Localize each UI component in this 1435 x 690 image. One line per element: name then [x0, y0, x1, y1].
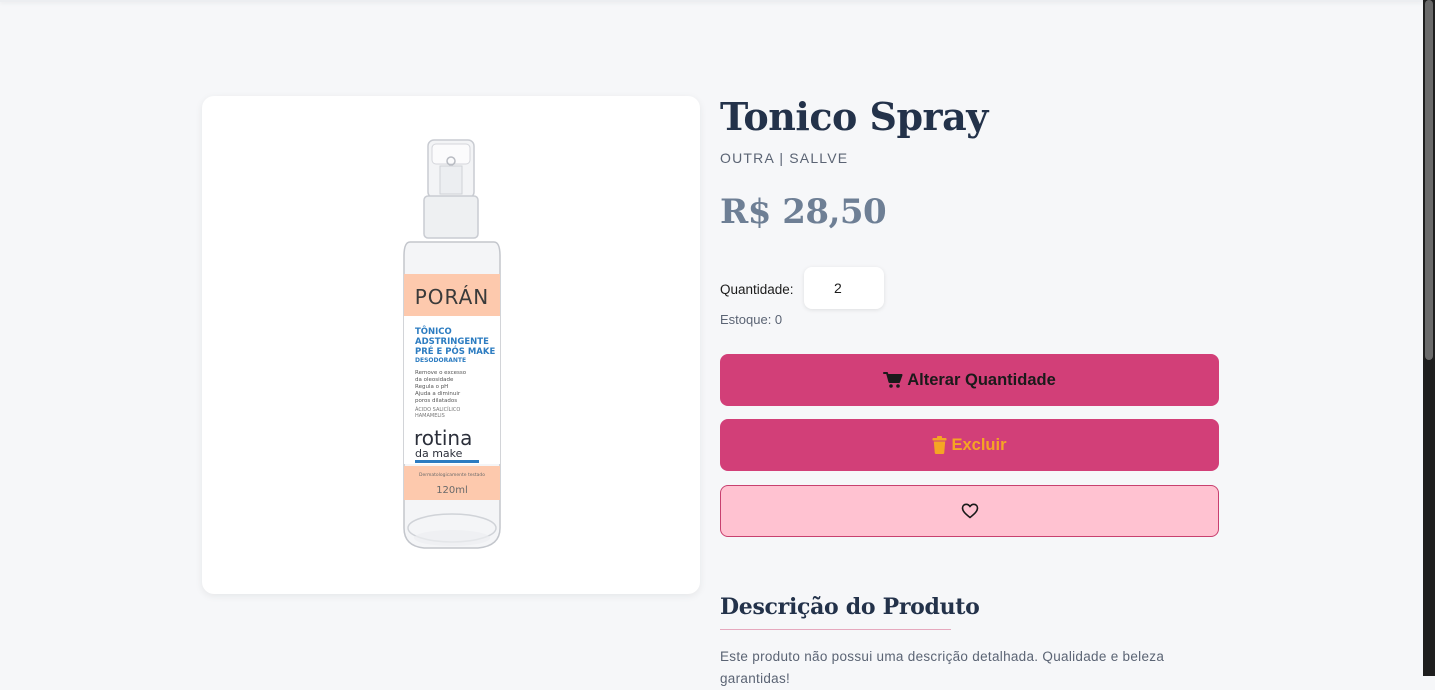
bottle-volume-text: 120ml: [436, 485, 468, 496]
trash-icon: [932, 436, 947, 454]
bottle-benefit4: Ajuda a diminuir: [415, 391, 461, 397]
top-header-bar: [0, 0, 1423, 2]
product-image: PORÁN TÔNICO ADSTRINGENTE PRÉ E PÓS MAKE…: [214, 108, 688, 582]
product-brand: OUTRA | SALLVE: [720, 150, 849, 166]
bottle-ingredient1: ÁCIDO SALICÍLICO: [415, 406, 460, 413]
delete-button[interactable]: Excluir: [720, 419, 1219, 471]
bottle-benefit1: Remove o excesso: [415, 370, 467, 376]
bottle-benefit3: Regula o pH: [415, 384, 448, 390]
bottle-brand-text: PORÁN: [415, 285, 490, 309]
bottle-label-line4: DESODORANTE: [415, 357, 466, 364]
bottle-benefit5: poros dilatados: [415, 398, 457, 404]
scrollbar-thumb[interactable]: [1425, 0, 1433, 360]
bottle-label-line2: ADSTRINGENTE: [415, 337, 489, 347]
product-bottle-illustration: PORÁN TÔNICO ADSTRINGENTE PRÉ E PÓS MAKE…: [403, 139, 501, 549]
cart-icon: [883, 371, 903, 389]
bottle-label-line3: PRÉ E PÓS MAKE: [415, 345, 495, 357]
product-title: Tonico Spray: [720, 94, 988, 139]
quantity-input[interactable]: [804, 267, 884, 309]
description-title: Descrição do Produto: [720, 594, 980, 620]
bottle-ingredient2: HAMAMELIS: [415, 413, 445, 419]
bottle-label-line1: TÔNICO: [415, 325, 452, 337]
bottle-tested-text: Dermatologicamente testado: [419, 472, 485, 478]
product-price: R$ 28,50: [720, 192, 887, 232]
alter-quantity-label: Alterar Quantidade: [907, 370, 1056, 389]
heart-icon: [961, 503, 979, 519]
description-text: Este produto não possui uma descrição de…: [720, 649, 1165, 686]
delete-label: Excluir: [951, 435, 1007, 454]
bottle-damake-text: da make: [415, 447, 463, 460]
product-image-card: PORÁN TÔNICO ADSTRINGENTE PRÉ E PÓS MAKE…: [202, 96, 700, 594]
description-underline: [720, 629, 951, 630]
stock-text: Estoque: 0: [720, 312, 783, 327]
alter-quantity-button[interactable]: Alterar Quantidade: [720, 354, 1219, 406]
favorite-button[interactable]: [720, 485, 1219, 537]
quantity-label: Quantidade:: [720, 282, 794, 297]
page-scrollbar[interactable]: [1423, 0, 1435, 676]
bottle-benefit2: da oleosidade: [415, 377, 454, 383]
